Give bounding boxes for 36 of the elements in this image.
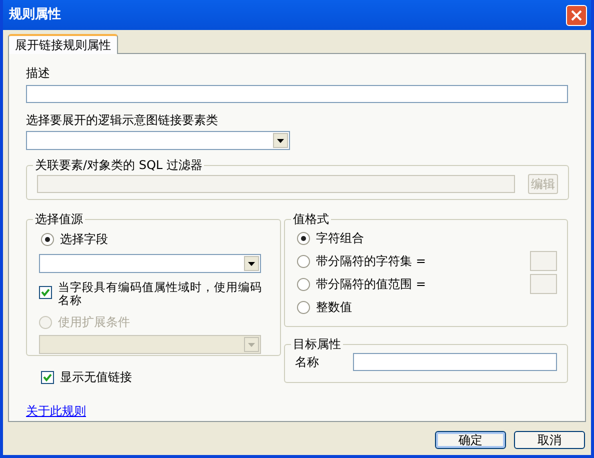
dialog-button[interactable]: 确定 [435, 431, 506, 449]
separator-field[interactable] [530, 251, 557, 271]
about-link[interactable]: 关于此规则 [26, 402, 86, 420]
dialog-button[interactable]: 取消 [514, 431, 585, 449]
field-label: 名称 [295, 354, 319, 371]
name-field[interactable] [353, 353, 557, 371]
dropdown-field[interactable] [39, 254, 261, 273]
group-title: 目标属性 [292, 336, 342, 353]
window-title: 规则属性 [9, 6, 61, 24]
dropdown-field[interactable] [39, 335, 261, 354]
close-button[interactable] [566, 4, 587, 26]
separator-field[interactable] [530, 274, 557, 294]
tab[interactable]: 展开链接规则属性 [8, 34, 118, 54]
dropdown-field[interactable] [26, 131, 290, 150]
radio-label: 字符组合 [316, 230, 365, 247]
close-icon [571, 10, 582, 20]
radio-label: 带分隔符的字符集 = [316, 253, 427, 270]
radio-label: 选择字段 [60, 231, 108, 248]
radio-button[interactable] [297, 300, 310, 314]
description-field[interactable] [26, 85, 568, 103]
checkbox[interactable] [39, 286, 52, 299]
radio-label: 整数值 [316, 299, 353, 316]
radio-button[interactable] [41, 232, 54, 246]
checkbox[interactable] [41, 370, 54, 384]
group-title: 选择值源 [34, 211, 84, 228]
radio-button[interactable] [297, 254, 310, 268]
group-title: 值格式 [292, 211, 330, 228]
radio-label: 带分隔符的值范围 = [316, 276, 427, 293]
radio-button[interactable] [297, 278, 310, 290]
checkbox-label: 当字段具有编码值属性域时，使用编码名称 [58, 281, 263, 307]
checkbox-label: 显示无值链接 [60, 369, 132, 386]
radio-button[interactable] [297, 232, 310, 244]
field-label: 描述 [26, 65, 51, 82]
radio-label: 使用扩展条件 [58, 314, 130, 331]
field-label: 选择要展开的逻辑示意图链接要素类 [26, 112, 219, 129]
group-title: 关联要素/对象类的 SQL 过滤器 [34, 157, 204, 174]
